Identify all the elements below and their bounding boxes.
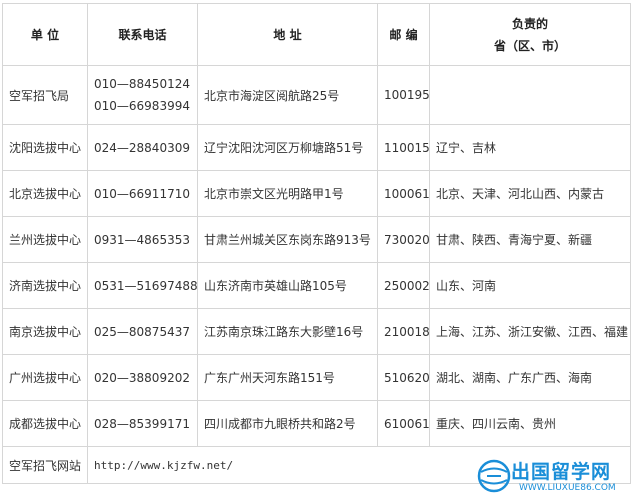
address-cell: 北京市海淀区阅航路25号 [197, 65, 378, 125]
phone-cell: 020—38809202 [87, 354, 198, 401]
regions-cell: 上海、江苏、浙江安徽、江西、福建 [429, 308, 631, 355]
phone-cell: 0931—4865353 [87, 216, 198, 263]
regions-cell: 甘肃、陕西、青海宁夏、新疆 [429, 216, 631, 263]
table-header-row: 单 位 联系电话 地 址 邮 编 负责的 省（区、市） [2, 3, 631, 66]
website-link[interactable]: http://www.kjzfw.net/ [94, 459, 233, 472]
regions-cell: 湖北、湖南、广东广西、海南 [429, 354, 631, 401]
table-row: 广州选拔中心 020—38809202 广东广州天河东路151号 510620 … [2, 354, 631, 401]
regions-cell [429, 65, 631, 125]
address-cell: 广东广州天河东路151号 [197, 354, 378, 401]
unit-cell: 沈阳选拔中心 [2, 124, 88, 171]
address-cell: 四川成都市九眼桥共和路2号 [197, 400, 378, 447]
watermark-url: WWW.LIUXUE86.COM [519, 483, 616, 493]
header-regions-line1: 负责的 [511, 16, 548, 31]
table-row: 南京选拔中心 025—80875437 江苏南京珠江路东大影壁16号 21001… [2, 308, 631, 355]
postcode-cell: 210018 [377, 308, 430, 355]
phone-line-2: 010—66983994 [94, 99, 190, 113]
address-cell: 北京市崇文区光明路甲1号 [197, 170, 378, 217]
phone-cell: 025—80875437 [87, 308, 198, 355]
unit-cell: 北京选拔中心 [2, 170, 88, 217]
table-row: 沈阳选拔中心 024—28840309 辽宁沈阳沈河区万柳塘路51号 11001… [2, 124, 631, 171]
address-cell: 山东济南市英雄山路105号 [197, 262, 378, 309]
address-cell: 甘肃兰州城关区东岗东路913号 [197, 216, 378, 263]
recruitment-contact-table: 单 位 联系电话 地 址 邮 编 负责的 省（区、市） 空军招飞局 010—88… [2, 3, 631, 484]
postcode-cell: 250002 [377, 262, 430, 309]
unit-cell: 成都选拔中心 [2, 400, 88, 447]
unit-cell: 兰州选拔中心 [2, 216, 88, 263]
regions-cell: 北京、天津、河北山西、内蒙古 [429, 170, 631, 217]
website-label-cell: 空军招飞网站 [2, 446, 88, 484]
site-watermark: 出国留学网 WWW.LIUXUE86.COM [475, 455, 633, 497]
header-address: 地 址 [197, 3, 378, 66]
postcode-cell: 110015 [377, 124, 430, 171]
header-unit: 单 位 [2, 3, 88, 66]
table-row: 成都选拔中心 028—85399171 四川成都市九眼桥共和路2号 610061… [2, 400, 631, 447]
unit-cell: 济南选拔中心 [2, 262, 88, 309]
postcode-cell: 510620 [377, 354, 430, 401]
header-regions-line2: 省（区、市） [493, 38, 566, 53]
unit-cell: 南京选拔中心 [2, 308, 88, 355]
watermark-text: 出国留学网 [511, 461, 612, 483]
phone-cell: 010—66911710 [87, 170, 198, 217]
phone-cell: 024—28840309 [87, 124, 198, 171]
phone-cell: 028—85399171 [87, 400, 198, 447]
table-row: 空军招飞局 010—88450124 010—66983994 北京市海淀区阅航… [2, 65, 631, 125]
phone-cell: 0531—51697488 [87, 262, 198, 309]
regions-cell: 山东、河南 [429, 262, 631, 309]
header-phone: 联系电话 [87, 3, 198, 66]
globe-logo-icon [477, 459, 511, 493]
address-cell: 江苏南京珠江路东大影壁16号 [197, 308, 378, 355]
regions-cell: 辽宁、吉林 [429, 124, 631, 171]
postcode-cell: 100195 [377, 65, 430, 125]
table-row: 济南选拔中心 0531—51697488 山东济南市英雄山路105号 25000… [2, 262, 631, 309]
regions-cell: 重庆、四川云南、贵州 [429, 400, 631, 447]
header-regions: 负责的 省（区、市） [429, 3, 631, 66]
header-postcode: 邮 编 [377, 3, 430, 66]
table-row: 兰州选拔中心 0931—4865353 甘肃兰州城关区东岗东路913号 7300… [2, 216, 631, 263]
postcode-cell: 730020 [377, 216, 430, 263]
postcode-cell: 100061 [377, 170, 430, 217]
phone-line-1: 010—88450124 [94, 77, 190, 91]
table-row: 北京选拔中心 010—66911710 北京市崇文区光明路甲1号 100061 … [2, 170, 631, 217]
phone-cell: 010—88450124 010—66983994 [87, 65, 198, 125]
unit-cell: 空军招飞局 [2, 65, 88, 125]
unit-cell: 广州选拔中心 [2, 354, 88, 401]
postcode-cell: 610061 [377, 400, 430, 447]
address-cell: 辽宁沈阳沈河区万柳塘路51号 [197, 124, 378, 171]
